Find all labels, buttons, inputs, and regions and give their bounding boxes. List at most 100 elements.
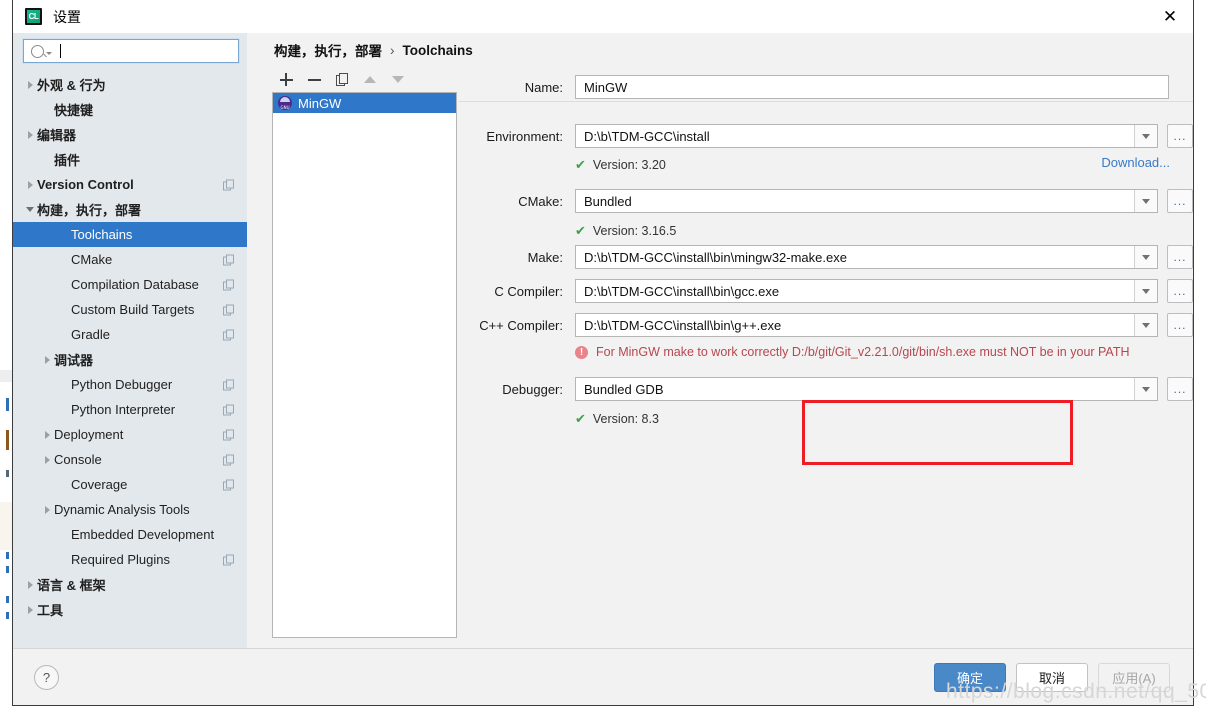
sidebar-item-[interactable]: 构建，执行，部署 xyxy=(13,197,247,222)
project-config-icon xyxy=(223,254,234,265)
sidebar-item-deployment[interactable]: Deployment xyxy=(13,422,247,447)
bg-artifact xyxy=(0,0,12,370)
settings-sidebar: 外观 & 行为快捷键编辑器插件Version Control构建，执行，部署To… xyxy=(13,33,247,648)
chevron-right-icon[interactable] xyxy=(40,456,54,464)
sidebar-item-[interactable]: 外观 & 行为 xyxy=(13,72,247,97)
cpp-compiler-label: C++ Compiler: xyxy=(459,318,575,333)
debugger-browse-button[interactable]: ... xyxy=(1167,377,1193,401)
sidebar-item-[interactable]: 编辑器 xyxy=(13,122,247,147)
sidebar-item-label: 工具 xyxy=(37,600,63,619)
cmake-combo[interactable]: Bundled xyxy=(575,189,1158,213)
bg-artifact xyxy=(6,612,9,619)
chevron-right-icon[interactable] xyxy=(23,181,37,189)
cpp-compiler-combo[interactable]: D:\b\TDM-GCC\install\bin\g++.exe xyxy=(575,313,1158,337)
chevron-down-icon[interactable] xyxy=(1134,280,1157,302)
breadcrumb-parent[interactable]: 构建，执行，部署 xyxy=(274,40,382,60)
sidebar-item-python-debugger[interactable]: Python Debugger xyxy=(13,372,247,397)
ok-button[interactable]: 确定 xyxy=(934,663,1006,692)
cancel-button[interactable]: 取消 xyxy=(1016,663,1088,692)
make-browse-button[interactable]: ... xyxy=(1167,245,1193,269)
cpp-compiler-value[interactable]: D:\b\TDM-GCC\install\bin\g++.exe xyxy=(576,314,1134,336)
sidebar-item-[interactable]: 调试器 xyxy=(13,347,247,372)
settings-tree: 外观 & 行为快捷键编辑器插件Version Control构建，执行，部署To… xyxy=(13,70,247,648)
sidebar-item-[interactable]: 语言 & 框架 xyxy=(13,572,247,597)
sidebar-item-console[interactable]: Console xyxy=(13,447,247,472)
chevron-right-icon[interactable] xyxy=(40,506,54,514)
remove-toolchain-button[interactable] xyxy=(300,69,328,91)
project-config-icon xyxy=(223,379,234,390)
sidebar-item-compilation-database[interactable]: Compilation Database xyxy=(13,272,247,297)
c-compiler-combo[interactable]: D:\b\TDM-GCC\install\bin\gcc.exe xyxy=(575,279,1158,303)
sidebar-item-label: Python Interpreter xyxy=(71,402,175,417)
make-combo[interactable]: D:\b\TDM-GCC\install\bin\mingw32-make.ex… xyxy=(575,245,1158,269)
sidebar-item-coverage[interactable]: Coverage xyxy=(13,472,247,497)
sidebar-item-required-plugins[interactable]: Required Plugins xyxy=(13,547,247,572)
help-button[interactable]: ? xyxy=(34,665,59,690)
cmake-value[interactable]: Bundled xyxy=(576,190,1134,212)
debugger-value[interactable]: Bundled GDB xyxy=(576,378,1134,400)
sidebar-item-label: Embedded Development xyxy=(71,527,214,542)
sidebar-item-[interactable]: 快捷键 xyxy=(13,97,247,122)
move-down-button[interactable] xyxy=(384,69,412,91)
sidebar-item-python-interpreter[interactable]: Python Interpreter xyxy=(13,397,247,422)
project-config-icon xyxy=(223,179,234,190)
search-dropdown-icon[interactable] xyxy=(46,52,52,55)
project-config-icon xyxy=(223,279,234,290)
debugger-status-text: Version: 8.3 xyxy=(593,412,659,426)
chevron-right-icon[interactable] xyxy=(23,581,37,589)
chevron-down-icon[interactable] xyxy=(1134,190,1157,212)
sidebar-item-gradle[interactable]: Gradle xyxy=(13,322,247,347)
sidebar-item-[interactable]: 插件 xyxy=(13,147,247,172)
download-link[interactable]: Download... xyxy=(1101,155,1170,170)
cmake-browse-button[interactable]: ... xyxy=(1167,189,1193,213)
cmake-label: CMake: xyxy=(459,194,575,209)
toolchain-form: Name: MinGW Environment: D:\b\TDM-GCC\in… xyxy=(459,67,1193,648)
project-config-icon xyxy=(223,329,234,340)
copy-toolchain-button[interactable] xyxy=(328,69,356,91)
chevron-right-icon[interactable] xyxy=(23,81,37,89)
add-toolchain-button[interactable] xyxy=(272,69,300,91)
chevron-down-icon[interactable] xyxy=(1134,314,1157,336)
name-input[interactable]: MinGW xyxy=(575,75,1169,99)
chevron-down-icon[interactable] xyxy=(1134,246,1157,268)
environment-browse-button[interactable]: ... xyxy=(1167,124,1193,148)
list-item[interactable]: MinGW xyxy=(273,93,456,113)
project-config-icon xyxy=(223,554,234,565)
environment-combo[interactable]: D:\b\TDM-GCC\install xyxy=(575,124,1158,148)
chevron-right-icon[interactable] xyxy=(40,431,54,439)
clion-logo-icon: CL xyxy=(25,8,42,25)
sidebar-item-[interactable]: 工具 xyxy=(13,597,247,622)
dialog-action-buttons: 确定 取消 应用(A) xyxy=(934,663,1170,692)
project-config-icon xyxy=(223,304,234,315)
c-compiler-value[interactable]: D:\b\TDM-GCC\install\bin\gcc.exe xyxy=(576,280,1134,302)
cpp-compiler-browse-button[interactable]: ... xyxy=(1167,313,1193,337)
sidebar-item-dynamic-analysis-tools[interactable]: Dynamic Analysis Tools xyxy=(13,497,247,522)
toolchain-list[interactable]: MinGW xyxy=(272,92,457,638)
chevron-down-icon[interactable] xyxy=(1134,378,1157,400)
move-up-button[interactable] xyxy=(356,69,384,91)
bg-artifact xyxy=(6,552,9,559)
sidebar-item-version-control[interactable]: Version Control xyxy=(13,172,247,197)
sidebar-item-label: Required Plugins xyxy=(71,552,170,567)
chevron-right-icon[interactable] xyxy=(40,356,54,364)
clion-logo-text: CL xyxy=(27,10,40,23)
chevron-down-icon[interactable] xyxy=(23,207,37,212)
make-value[interactable]: D:\b\TDM-GCC\install\bin\mingw32-make.ex… xyxy=(576,246,1134,268)
chevron-right-icon[interactable] xyxy=(23,606,37,614)
dialog-title: 设置 xyxy=(53,7,81,27)
close-icon[interactable]: ✕ xyxy=(1147,0,1193,33)
c-compiler-browse-button[interactable]: ... xyxy=(1167,279,1193,303)
environment-value[interactable]: D:\b\TDM-GCC\install xyxy=(576,125,1134,147)
chevron-right-icon[interactable] xyxy=(23,131,37,139)
sidebar-item-toolchains[interactable]: Toolchains xyxy=(13,222,247,247)
sidebar-item-cmake[interactable]: CMake xyxy=(13,247,247,272)
make-label: Make: xyxy=(459,250,575,265)
chevron-down-icon[interactable] xyxy=(1134,125,1157,147)
field-row-environment: Environment: D:\b\TDM-GCC\install ... xyxy=(459,124,1193,148)
sidebar-item-embedded-development[interactable]: Embedded Development xyxy=(13,522,247,547)
sidebar-item-label: 编辑器 xyxy=(37,125,76,144)
search-input[interactable] xyxy=(23,39,239,63)
sidebar-item-custom-build-targets[interactable]: Custom Build Targets xyxy=(13,297,247,322)
debugger-combo[interactable]: Bundled GDB xyxy=(575,377,1158,401)
apply-button[interactable]: 应用(A) xyxy=(1098,663,1170,692)
